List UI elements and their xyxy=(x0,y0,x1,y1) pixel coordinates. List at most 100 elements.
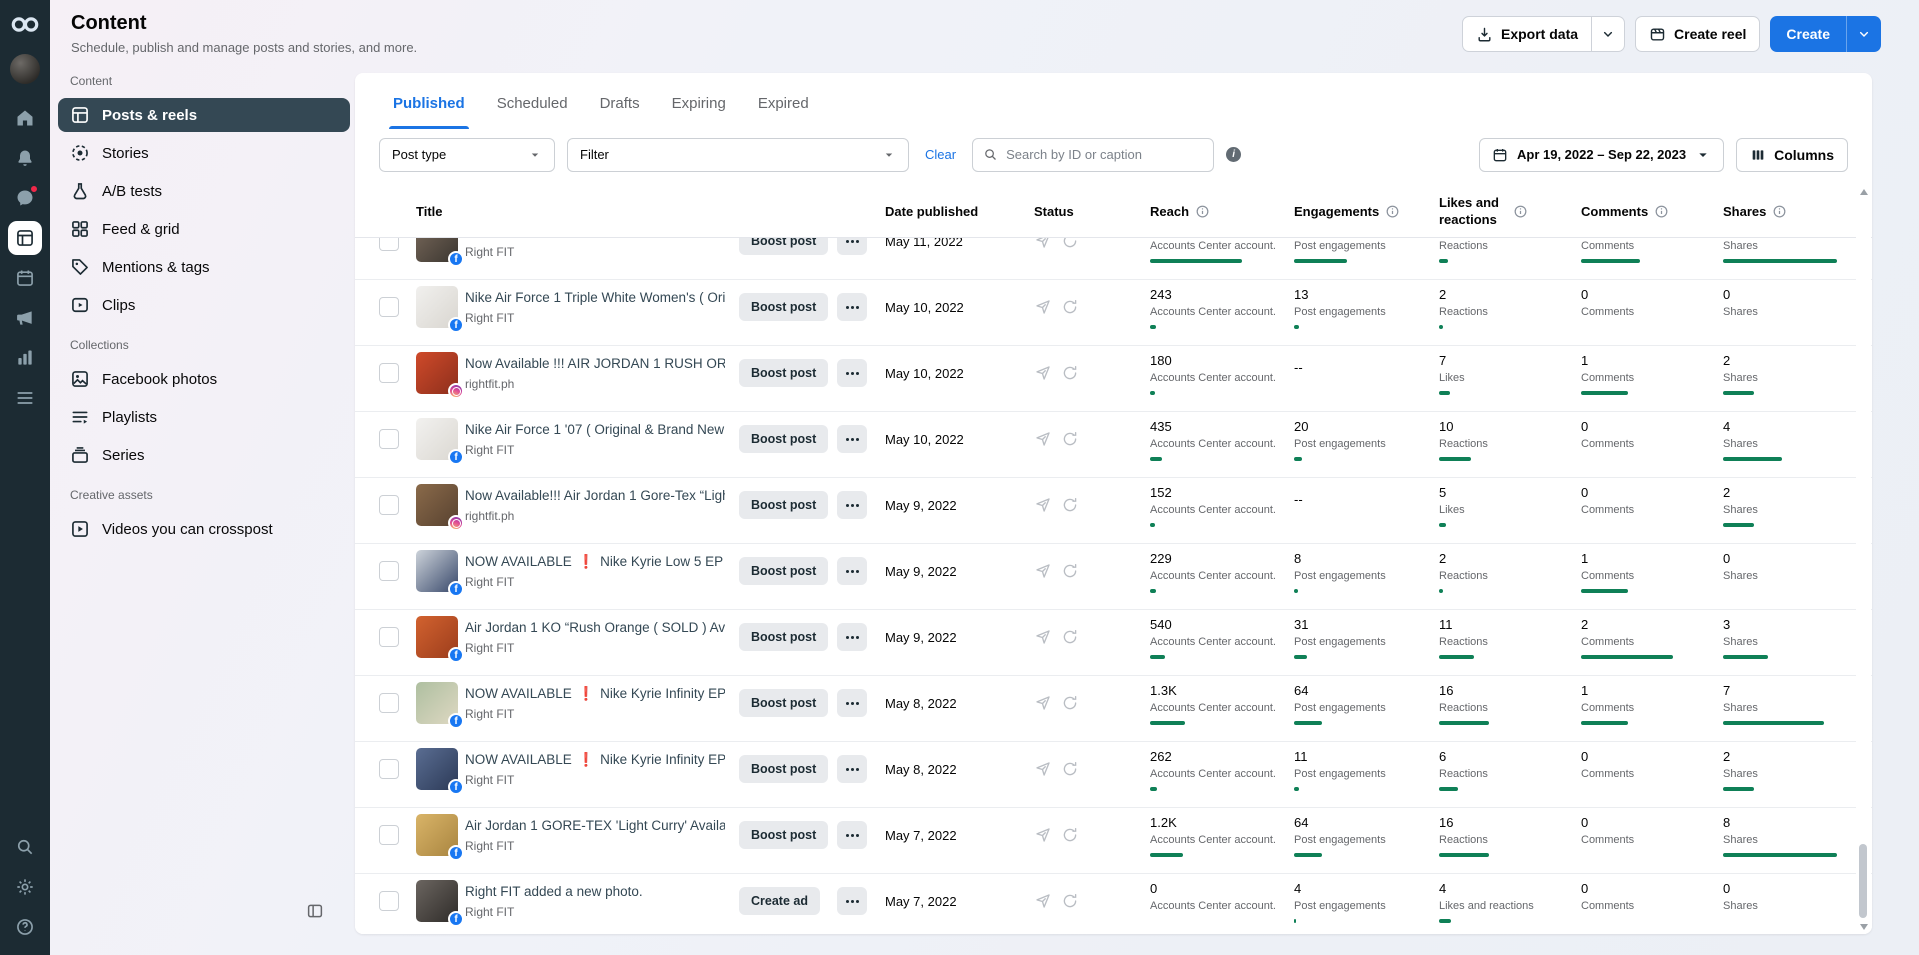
row-checkbox[interactable] xyxy=(379,429,399,449)
info-icon[interactable] xyxy=(1654,204,1669,219)
sidebar-item-mentions-tags[interactable]: Mentions & tags xyxy=(58,248,350,286)
row-checkbox[interactable] xyxy=(379,825,399,845)
row-checkbox[interactable] xyxy=(379,759,399,779)
more-options-button[interactable] xyxy=(837,623,867,651)
row-checkbox[interactable] xyxy=(379,238,399,251)
tab-drafts[interactable]: Drafts xyxy=(586,83,654,129)
row-checkbox[interactable] xyxy=(379,363,399,383)
create-ad-button[interactable]: Create ad xyxy=(739,887,820,915)
boost-post-button[interactable]: Boost post xyxy=(739,557,829,585)
post-title[interactable]: Air Jordan 1 GORE-TEX 'Light Curry' Avai… xyxy=(465,817,725,835)
post-thumbnail[interactable]: f xyxy=(416,748,464,795)
row-checkbox[interactable] xyxy=(379,495,399,515)
business-avatar[interactable] xyxy=(10,54,40,84)
filter-select[interactable]: Filter xyxy=(567,137,909,172)
rail-item-ads[interactable] xyxy=(5,298,45,338)
more-options-button[interactable] xyxy=(837,425,867,453)
post-thumbnail[interactable]: f xyxy=(416,550,464,597)
boost-post-button[interactable]: Boost post xyxy=(739,425,829,453)
post-title[interactable]: Now Available!!! Air Jordan 1 Gore-Tex “… xyxy=(465,487,725,505)
post-thumbnail[interactable] xyxy=(416,484,464,531)
post-title[interactable]: Air Jordan 1 KO “Rush Orange ( SOLD ) Av… xyxy=(465,619,725,637)
export-data-button[interactable]: Export data xyxy=(1462,16,1593,52)
more-options-button[interactable] xyxy=(837,238,867,255)
info-icon[interactable] xyxy=(1513,204,1528,219)
boost-post-button[interactable]: Boost post xyxy=(739,491,829,519)
more-options-button[interactable] xyxy=(837,887,867,915)
rail-item-messages[interactable] xyxy=(5,178,45,218)
rail-item-home[interactable] xyxy=(5,98,45,138)
info-icon[interactable] xyxy=(1195,204,1210,219)
post-thumbnail[interactable]: f xyxy=(416,418,464,465)
more-options-button[interactable] xyxy=(837,557,867,585)
table-scrollbar[interactable] xyxy=(1856,186,1871,933)
more-options-button[interactable] xyxy=(837,491,867,519)
row-checkbox[interactable] xyxy=(379,891,399,911)
post-title[interactable]: Right FIT added a new photo. xyxy=(465,883,725,901)
rail-item-help[interactable] xyxy=(5,907,45,947)
tab-expired[interactable]: Expired xyxy=(744,83,823,129)
tab-expiring[interactable]: Expiring xyxy=(658,83,740,129)
post-title[interactable]: Nike Air Force 1 Triple White Women's ( … xyxy=(465,289,725,307)
rail-item-search[interactable] xyxy=(5,827,45,867)
rail-item-insights[interactable] xyxy=(5,338,45,378)
sidebar-item-facebook-photos[interactable]: Facebook photos xyxy=(58,360,350,398)
more-options-button[interactable] xyxy=(837,293,867,321)
search-info-icon[interactable]: i xyxy=(1226,147,1242,162)
post-title[interactable] xyxy=(465,238,725,241)
row-checkbox[interactable] xyxy=(379,693,399,713)
collapse-sidebar-button[interactable] xyxy=(306,902,324,923)
row-checkbox[interactable] xyxy=(379,297,399,317)
boost-post-button[interactable]: Boost post xyxy=(739,821,829,849)
boost-post-button[interactable]: Boost post xyxy=(739,623,829,651)
post-thumbnail[interactable]: f xyxy=(416,238,464,267)
create-reel-button[interactable]: Create reel xyxy=(1635,16,1761,52)
sidebar-item-posts-reels[interactable]: Posts & reels xyxy=(58,98,350,132)
boost-post-button[interactable]: Boost post xyxy=(739,293,829,321)
row-checkbox[interactable] xyxy=(379,561,399,581)
sidebar-item-playlists[interactable]: Playlists xyxy=(58,398,350,436)
search-input[interactable] xyxy=(1006,147,1204,162)
post-title[interactable]: Now Available !!! AIR JORDAN 1 RUSH ORA.… xyxy=(465,355,725,373)
columns-button[interactable]: Columns xyxy=(1736,137,1848,172)
boost-post-button[interactable]: Boost post xyxy=(739,755,829,783)
scroll-down-arrow[interactable] xyxy=(1859,924,1868,930)
post-title[interactable]: NOW AVAILABLE ❗ Nike Kyrie Infinity EP '… xyxy=(465,685,725,703)
rail-item-planner[interactable] xyxy=(5,258,45,298)
post-thumbnail[interactable] xyxy=(416,352,464,399)
date-range-picker[interactable]: Apr 19, 2022 – Sep 22, 2023 xyxy=(1478,137,1725,172)
rail-item-content[interactable] xyxy=(5,218,45,258)
rail-item-settings[interactable] xyxy=(5,867,45,907)
more-options-button[interactable] xyxy=(837,359,867,387)
export-data-menu-button[interactable] xyxy=(1592,16,1626,52)
rail-item-all-tools[interactable] xyxy=(5,378,45,418)
sidebar-item-a-b-tests[interactable]: A/B tests xyxy=(58,172,350,210)
more-options-button[interactable] xyxy=(837,755,867,783)
post-title[interactable]: Nike Air Force 1 '07 ( Original & Brand … xyxy=(465,421,725,439)
more-options-button[interactable] xyxy=(837,689,867,717)
tab-scheduled[interactable]: Scheduled xyxy=(483,83,582,129)
post-title[interactable]: NOW AVAILABLE ❗ Nike Kyrie Low 5 EP 'CH.… xyxy=(465,553,725,571)
post-title[interactable]: NOW AVAILABLE ❗ Nike Kyrie Infinity EP '… xyxy=(465,751,725,769)
boost-post-button[interactable]: Boost post xyxy=(739,359,829,387)
post-thumbnail[interactable]: f xyxy=(416,682,464,729)
scrollbar-track[interactable] xyxy=(1856,195,1871,924)
post-type-select[interactable]: Post type xyxy=(379,137,555,172)
more-options-button[interactable] xyxy=(837,821,867,849)
boost-post-button[interactable]: Boost post xyxy=(739,689,829,717)
create-button[interactable]: Create xyxy=(1770,16,1846,52)
sidebar-item-feed-grid[interactable]: Feed & grid xyxy=(58,210,350,248)
clear-filters-link[interactable]: Clear xyxy=(925,147,956,162)
info-icon[interactable] xyxy=(1385,204,1400,219)
sidebar-item-videos-you-can-crosspost[interactable]: Videos you can crosspost xyxy=(58,510,350,548)
scrollbar-thumb[interactable] xyxy=(1859,844,1867,918)
meta-logo-icon[interactable] xyxy=(8,12,42,36)
sidebar-item-stories[interactable]: Stories xyxy=(58,134,350,172)
create-menu-button[interactable] xyxy=(1846,16,1881,52)
tab-published[interactable]: Published xyxy=(379,83,479,129)
post-thumbnail[interactable]: f xyxy=(416,286,464,333)
post-thumbnail[interactable]: f xyxy=(416,616,464,663)
post-thumbnail[interactable]: f xyxy=(416,814,464,861)
sidebar-item-clips[interactable]: Clips xyxy=(58,286,350,324)
info-icon[interactable] xyxy=(1772,204,1787,219)
